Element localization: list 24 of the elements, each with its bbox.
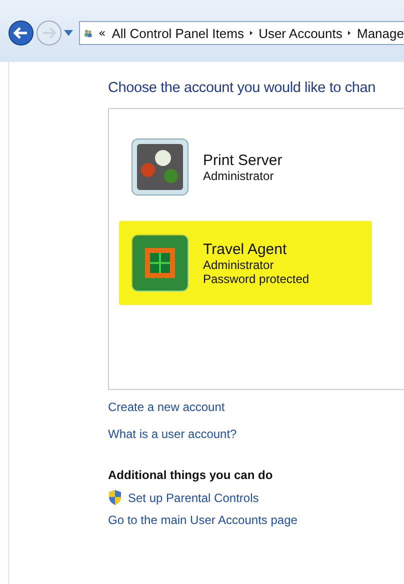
link[interactable]: Create a new account: [108, 400, 225, 414]
breadcrumb-overflow[interactable]: «: [98, 26, 106, 40]
account-picture-icon: [131, 138, 189, 196]
link[interactable]: What is a user account?: [108, 427, 237, 441]
shield-icon: [108, 490, 122, 505]
breadcrumb-item[interactable]: User Accounts: [258, 26, 342, 40]
link[interactable]: Set up Parental Controls: [128, 490, 259, 504]
section-title: Additional things you can do: [108, 468, 274, 482]
link[interactable]: Go to the main User Accounts page: [108, 513, 298, 527]
dropdown-icon[interactable]: [64, 30, 73, 36]
account-detail: Administrator: [203, 258, 275, 272]
breadcrumb-item[interactable]: All Control Panel Items: [112, 26, 244, 40]
account-tile[interactable]: Travel Agent Administrator Password protected: [119, 221, 372, 305]
breadcrumb-arrow-icon[interactable]: [348, 29, 351, 37]
back-button[interactable]: [8, 20, 34, 46]
page-heading: Choose the account you would like to chan: [108, 80, 376, 96]
account-detail: Password protected: [203, 272, 310, 286]
account-picture-icon: [131, 234, 189, 292]
account-detail: Administrator: [203, 168, 275, 182]
account-tile[interactable]: Print Server Administrator: [119, 125, 372, 209]
breadcrumb-arrow-icon[interactable]: [250, 29, 253, 37]
breadcrumb-item[interactable]: Manage: [357, 26, 404, 40]
account-name: Travel Agent: [203, 240, 288, 258]
account-name: Print Server: [203, 152, 282, 168]
